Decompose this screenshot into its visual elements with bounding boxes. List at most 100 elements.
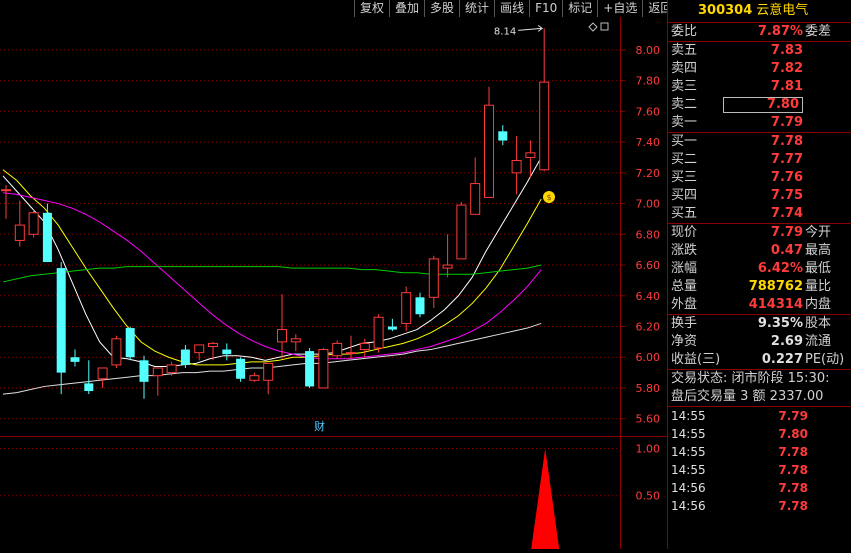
price-axis: 8.00 7.80 7.60 7.40 7.20 7.00 6.80 6.60 6.40 6.20… [620,44,660,503]
after-hours-volume: 盘后交易量 3 额 2337.00 [671,389,824,404]
row-value: 9.35% [757,316,803,331]
candle-body [222,349,232,355]
quote-row: 总量 788762 量比 [668,278,851,296]
candle-body [56,268,66,373]
row-value: 7.81 [770,79,803,94]
quote-row: 买五 7.74 [668,205,851,223]
toolbar-button[interactable]: +自选 [597,0,642,17]
quote-row: 卖二 7.80 [668,96,851,114]
quote-stats: 现价 7.79 今开 涨跌 0.47 最高 涨幅 6.42% 最低 总量 788762 量比 外盘 414… [668,224,851,314]
candle-body [525,152,536,158]
candle [249,372,260,382]
row-right-label: 委差 [805,24,832,39]
toolbar-button[interactable]: 统计 [459,0,494,17]
row-label: 净资 [671,334,698,349]
row-right-label: PE(动) [805,352,845,367]
quote-row: 买二 7.77 [668,151,851,169]
row-value: 7.82 [770,61,803,76]
row-value: 2.69 [770,334,803,349]
candle [125,326,135,361]
candle-body [305,351,315,387]
candle [152,367,163,396]
row-value: 788762 [748,279,803,294]
quote-row: 卖三 7.81 [668,78,851,96]
event-marker: 财 [314,419,325,433]
price-tick-label: 6.40 [636,290,661,303]
row-label: 买二 [671,152,698,167]
toolbar-button[interactable]: 多股 [424,0,459,17]
candle-body [498,131,508,141]
candle [401,286,412,332]
candle-body [401,292,412,324]
candle [428,255,439,309]
candle [498,125,508,146]
row-right-label: 最低 [805,261,832,276]
row-value: 6.42% [757,261,803,276]
row-label: 买五 [671,206,698,221]
candle [14,200,25,247]
candle-body [236,358,246,379]
candle [263,362,274,395]
candle-body [511,160,522,174]
quote-row: 现价 7.79 今开 [668,224,851,242]
candle [111,335,122,368]
candle-body [332,342,343,357]
candle [387,318,397,332]
row-value: 7.78 [770,134,803,149]
candle-body [97,367,108,380]
candle-body [456,204,467,260]
row-value: 7.77 [770,152,803,167]
price-tick-label: 7.20 [636,167,661,180]
row-right-label: 最高 [805,243,832,258]
candle [56,261,66,395]
price-grid [0,17,667,549]
kline-chart[interactable]: 8.00 7.80 7.60 7.40 7.20 7.00 6.80 6.60 6.40 6.20… [0,17,667,549]
row-right-label: 今开 [805,225,832,240]
candle-body [387,326,397,330]
row-value: 7.87% [757,24,803,39]
candle [305,348,315,388]
stock-header: 300304 云意电气 [668,0,851,22]
moving-averages [2,157,542,395]
candle-body [318,349,329,389]
candle [222,343,232,361]
row-label: 买一 [671,134,698,149]
candle [318,348,329,389]
toolbar-button[interactable]: 叠加 [389,0,424,17]
stock-code: 300304 [698,3,753,18]
row-label: 外盘 [671,297,698,312]
price-tick-label: 7.40 [636,136,661,149]
ma-line [2,157,542,367]
candle-body [14,224,25,241]
candle-body [166,364,177,374]
tick-price: 7.78 [778,445,808,459]
row-value: 7.74 [770,206,803,221]
row-value: 0.47 [770,243,803,258]
row-right-label: 股本 [805,316,832,331]
quote-row: 涨跌 0.47 最高 [668,242,851,260]
high-price-label: 8.14 [494,26,516,37]
chart-area[interactable]: 8.00 7.80 7.60 7.40 7.20 7.00 6.80 6.60 6.40 6.20… [0,17,667,549]
stock-name: 云意电气 [756,3,809,18]
tick-list[interactable]: 14:55 7.79 14:55 7.80 14:55 7.78 14:55 7.78 14:5… [668,407,851,515]
candle [373,314,384,353]
toolbar-button[interactable]: 画线 [494,0,529,17]
toolbar-button[interactable]: F10 [529,0,562,17]
quote-row: 涨幅 6.42% 最低 [668,260,851,278]
high-price-pointer [518,27,542,31]
ma-line [2,264,542,283]
tick-row: 14:55 7.78 [668,443,851,461]
candle [442,234,453,278]
candle-body [346,352,356,355]
toolbar-button[interactable]: 标记 [562,0,597,17]
row-label: 买三 [671,170,698,185]
quote-row: 卖一 7.79 [668,114,851,132]
volume-tick-label: 0.50 [636,490,661,503]
candle-body [111,338,122,366]
tick-time: 14:56 [671,499,706,513]
toolbar-button[interactable]: 复权 [354,0,389,17]
candle-body [484,104,494,198]
volume-tick-label: 1.00 [636,442,661,455]
candle-body [415,297,425,315]
price-tick-label: 6.80 [636,228,661,241]
